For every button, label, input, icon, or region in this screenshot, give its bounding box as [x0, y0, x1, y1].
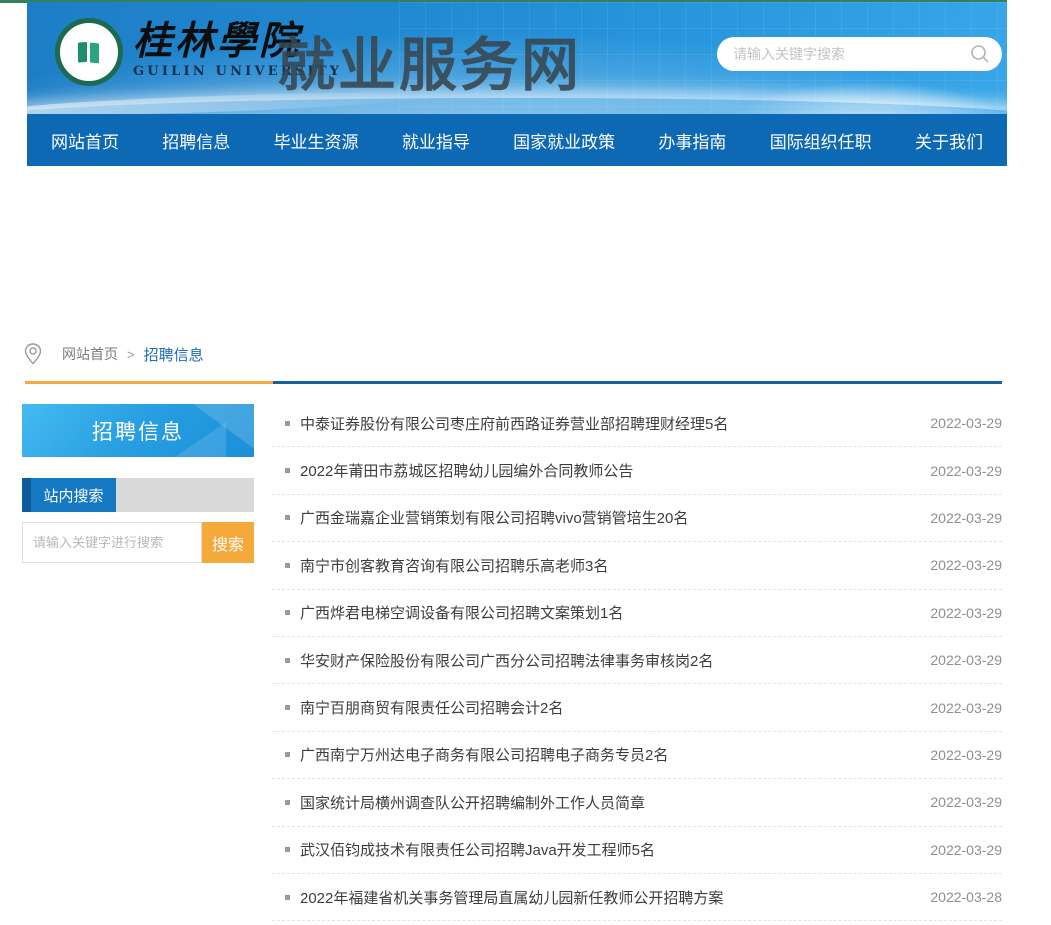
university-emblem-icon: [55, 18, 123, 86]
job-date: 2022-03-29: [930, 463, 1002, 479]
job-date: 2022-03-29: [930, 510, 1002, 526]
divider-orange-segment: [25, 381, 273, 384]
job-link[interactable]: 广西烨君电梯空调设备有限公司招聘文案策划1名: [300, 602, 918, 623]
books-glyph: [72, 35, 106, 69]
job-link[interactable]: 广西南宁万州达电子商务有限公司招聘电子商务专员2名: [300, 744, 918, 765]
job-date: 2022-03-29: [930, 652, 1002, 668]
nav-item-recruit-info[interactable]: 招聘信息: [162, 128, 230, 153]
list-item: 南宁百朋商贸有限责任公司招聘会计2名 2022-03-29: [272, 684, 1002, 731]
tab-accent-stripe: [22, 478, 31, 512]
square-bullet-icon: [285, 515, 290, 520]
square-bullet-icon: [285, 563, 290, 568]
job-link[interactable]: 武汉佰钧成技术有限责任公司招聘Java开发工程师5名: [300, 839, 918, 860]
list-item: 广西南宁万州达电子商务有限公司招聘电子商务专员2名 2022-03-29: [272, 732, 1002, 779]
job-link[interactable]: 南宁百朋商贸有限责任公司招聘会计2名: [300, 697, 918, 718]
site-search-tab[interactable]: 站内搜索: [31, 478, 116, 512]
job-link[interactable]: 国家统计局横州调查队公开招聘编制外工作人员简章: [300, 792, 918, 813]
header-search-box[interactable]: [717, 37, 1002, 71]
job-date: 2022-03-29: [930, 415, 1002, 431]
sidebar-title-panel: 招聘信息: [22, 404, 254, 457]
job-link[interactable]: 2022年莆田市荔城区招聘幼儿园编外合同教师公告: [300, 460, 918, 481]
nav-item-home[interactable]: 网站首页: [51, 128, 119, 153]
square-bullet-icon: [285, 752, 290, 757]
main-nav: 网站首页 招聘信息 毕业生资源 就业指导 国家就业政策 办事指南 国际组织任职 …: [27, 114, 1007, 166]
breadcrumb: 网站首页 > 招聘信息: [24, 343, 204, 365]
page: 桂林學院 GUILIN UNIVERSITY 就业服务网 网站首页 招聘信息 毕…: [0, 0, 1051, 925]
square-bullet-icon: [285, 895, 290, 900]
sidebar-search-button[interactable]: 搜索: [202, 522, 254, 563]
nav-item-national-policy[interactable]: 国家就业政策: [513, 128, 615, 153]
search-icon[interactable]: [970, 44, 990, 64]
square-bullet-icon: [285, 610, 290, 615]
site-search-bar: 站内搜索: [22, 478, 254, 512]
site-title: 就业服务网: [277, 18, 582, 102]
square-bullet-icon: [285, 705, 290, 710]
location-pin-icon: [24, 343, 42, 365]
job-link[interactable]: 广西金瑞嘉企业营销策划有限公司招聘vivo营销管培生20名: [300, 507, 918, 528]
header-search-input[interactable]: [733, 46, 970, 62]
job-link[interactable]: 华安财产保险股份有限公司广西分公司招聘法律事务审核岗2名: [300, 650, 918, 671]
job-date: 2022-03-29: [930, 557, 1002, 573]
job-link[interactable]: 南宁市创客教育咨询有限公司招聘乐高老师3名: [300, 555, 918, 576]
job-date: 2022-03-28: [930, 889, 1002, 905]
list-item: 武汉佰钧成技术有限责任公司招聘Java开发工程师5名 2022-03-29: [272, 827, 1002, 874]
job-date: 2022-03-29: [930, 700, 1002, 716]
breadcrumb-home-link[interactable]: 网站首页: [62, 344, 118, 364]
sidebar-search: 搜索: [22, 522, 254, 563]
list-item: 广西金瑞嘉企业营销策划有限公司招聘vivo营销管培生20名 2022-03-29: [272, 495, 1002, 542]
job-date: 2022-03-29: [930, 794, 1002, 810]
sidebar-search-input[interactable]: [22, 522, 202, 563]
job-date: 2022-03-29: [930, 747, 1002, 763]
job-date: 2022-03-29: [930, 605, 1002, 621]
divider-blue-segment: [273, 381, 1002, 384]
square-bullet-icon: [285, 800, 290, 805]
job-date: 2022-03-29: [930, 842, 1002, 858]
list-item: 中泰证券股份有限公司枣庄府前西路证券营业部招聘理财经理5名 2022-03-29: [272, 400, 1002, 447]
square-bullet-icon: [285, 468, 290, 473]
nav-item-graduate-resources[interactable]: 毕业生资源: [274, 128, 359, 153]
square-bullet-icon: [285, 658, 290, 663]
job-link[interactable]: 中泰证券股份有限公司枣庄府前西路证券营业部招聘理财经理5名: [300, 413, 918, 434]
job-list: 中泰证券股份有限公司枣庄府前西路证券营业部招聘理财经理5名 2022-03-29…: [272, 400, 1002, 921]
nav-item-about-us[interactable]: 关于我们: [915, 128, 983, 153]
breadcrumb-current[interactable]: 招聘信息: [144, 344, 204, 365]
list-item: 国家统计局横州调查队公开招聘编制外工作人员简章 2022-03-29: [272, 779, 1002, 826]
square-bullet-icon: [285, 421, 290, 426]
sidebar-title: 招聘信息: [92, 416, 184, 446]
list-item: 2022年福建省机关事务管理局直属幼儿园新任教师公开招聘方案 2022-03-2…: [272, 874, 1002, 921]
list-item: 广西烨君电梯空调设备有限公司招聘文案策划1名 2022-03-29: [272, 590, 1002, 637]
nav-item-service-guide[interactable]: 办事指南: [658, 128, 726, 153]
nav-item-career-guidance[interactable]: 就业指导: [402, 128, 470, 153]
breadcrumb-separator: >: [127, 347, 135, 362]
nav-item-intl-organizations[interactable]: 国际组织任职: [770, 128, 872, 153]
job-link[interactable]: 2022年福建省机关事务管理局直属幼儿园新任教师公开招聘方案: [300, 887, 918, 908]
site-banner: 桂林學院 GUILIN UNIVERSITY 就业服务网: [27, 2, 1007, 114]
list-item: 华安财产保险股份有限公司广西分公司招聘法律事务审核岗2名 2022-03-29: [272, 637, 1002, 684]
square-bullet-icon: [285, 847, 290, 852]
list-item: 南宁市创客教育咨询有限公司招聘乐高老师3名 2022-03-29: [272, 542, 1002, 589]
list-item: 2022年莆田市荔城区招聘幼儿园编外合同教师公告 2022-03-29: [272, 447, 1002, 494]
